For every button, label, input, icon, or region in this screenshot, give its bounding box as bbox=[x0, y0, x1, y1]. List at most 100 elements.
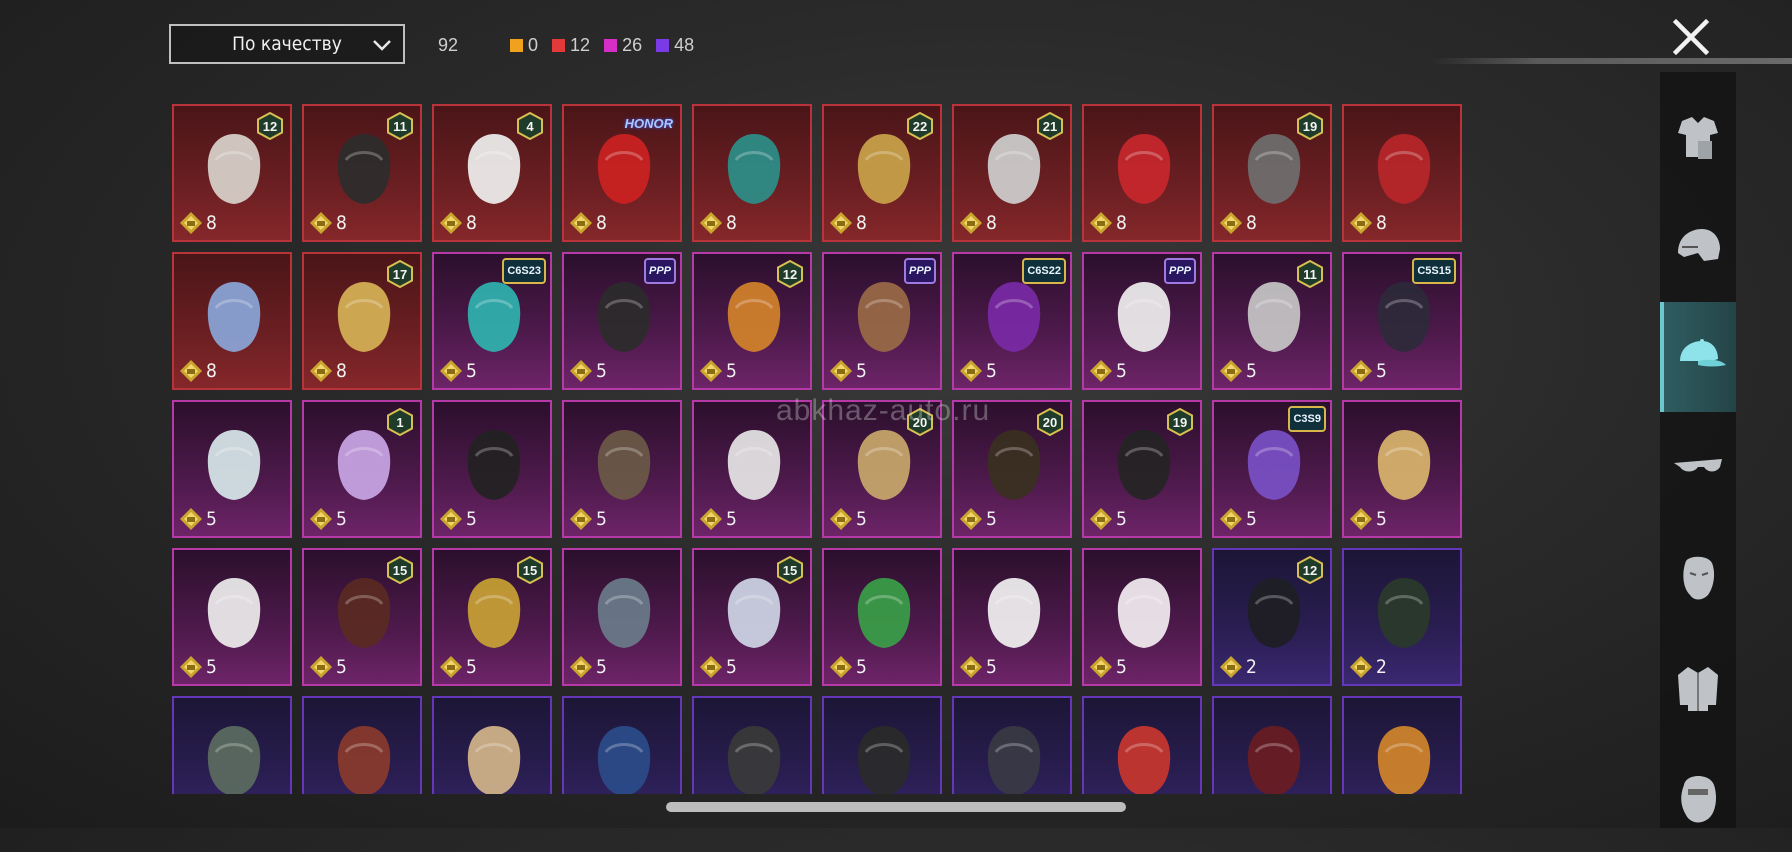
item-price: 8 bbox=[178, 210, 217, 236]
item-card[interactable] bbox=[1212, 696, 1332, 794]
item-card[interactable]: 5 bbox=[172, 400, 292, 538]
upgrade-material-icon bbox=[570, 508, 592, 530]
item-card[interactable] bbox=[432, 696, 552, 794]
season-tag: PPP bbox=[643, 258, 676, 284]
item-card[interactable]: PPP 5 bbox=[822, 252, 942, 390]
item-card[interactable]: 15 bbox=[302, 400, 422, 538]
item-card[interactable]: 5 bbox=[562, 400, 682, 538]
item-card[interactable]: 5 bbox=[562, 548, 682, 686]
item-card[interactable]: 19 5 bbox=[1082, 400, 1202, 538]
category-outfit[interactable] bbox=[1660, 82, 1736, 192]
upgrade-material-icon bbox=[570, 360, 592, 382]
item-card[interactable]: 8 bbox=[692, 104, 812, 242]
level-badge-icon: 21 bbox=[1037, 112, 1063, 140]
item-price: 8 bbox=[958, 210, 997, 236]
item-card[interactable]: 8 bbox=[1342, 104, 1462, 242]
item-price: 5 bbox=[1218, 358, 1257, 384]
item-card[interactable]: 5 bbox=[1342, 400, 1462, 538]
item-card[interactable]: 15 5 bbox=[302, 548, 422, 686]
item-card[interactable]: PPP 5 bbox=[562, 252, 682, 390]
item-price-value: 8 bbox=[336, 212, 347, 234]
frog-hat-icon bbox=[857, 578, 911, 648]
count-violet-value: 48 bbox=[674, 34, 695, 55]
close-icon[interactable] bbox=[1668, 14, 1714, 60]
maid-headband-icon bbox=[987, 578, 1041, 648]
item-price: 5 bbox=[1088, 654, 1127, 680]
upgrade-material-icon bbox=[440, 360, 462, 382]
item-card[interactable] bbox=[692, 696, 812, 794]
category-helmet[interactable] bbox=[1660, 192, 1736, 302]
witch-hat-icon bbox=[987, 726, 1041, 794]
braids-hair-icon bbox=[467, 430, 521, 500]
category-jacket[interactable] bbox=[1660, 632, 1736, 742]
item-price: 5 bbox=[568, 654, 607, 680]
upgrade-material-icon bbox=[440, 508, 462, 530]
item-card[interactable]: 11 8 bbox=[302, 104, 422, 242]
item-card[interactable]: 15 5 bbox=[692, 548, 812, 686]
sort-dropdown[interactable]: По качеству bbox=[169, 24, 405, 64]
item-card[interactable]: C6S22 5 bbox=[952, 252, 1072, 390]
season-tag: C5S15 bbox=[1412, 258, 1456, 284]
item-card[interactable]: HONOR 8 bbox=[562, 104, 682, 242]
item-card[interactable]: 5 bbox=[822, 548, 942, 686]
item-card[interactable]: 2 bbox=[1342, 548, 1462, 686]
item-card[interactable]: 21 8 bbox=[952, 104, 1072, 242]
item-card[interactable] bbox=[952, 696, 1072, 794]
item-card[interactable] bbox=[1342, 696, 1462, 794]
item-card[interactable]: 48 bbox=[432, 104, 552, 242]
shark-hat-icon bbox=[597, 578, 651, 648]
item-card[interactable] bbox=[822, 696, 942, 794]
item-card[interactable]: 5 bbox=[172, 548, 292, 686]
item-card[interactable]: 12 5 bbox=[692, 252, 812, 390]
item-card[interactable]: 15 5 bbox=[432, 548, 552, 686]
item-price: 5 bbox=[698, 654, 737, 680]
count-violet: 48 bbox=[656, 35, 694, 56]
category-glasses[interactable] bbox=[1660, 412, 1736, 522]
category-face[interactable] bbox=[1660, 742, 1736, 852]
upgrade-material-icon bbox=[1220, 212, 1242, 234]
item-card[interactable] bbox=[1082, 696, 1202, 794]
item-price-value: 5 bbox=[1376, 360, 1387, 382]
item-card[interactable]: C5S15 5 bbox=[1342, 252, 1462, 390]
item-card[interactable]: 12 2 bbox=[1212, 548, 1332, 686]
item-price-value: 5 bbox=[726, 360, 737, 382]
item-card[interactable]: 17 8 bbox=[302, 252, 422, 390]
season-tag: C6S22 bbox=[1022, 258, 1066, 284]
item-card[interactable] bbox=[302, 696, 422, 794]
svg-text:12: 12 bbox=[1303, 563, 1317, 578]
item-price-value: 8 bbox=[726, 212, 737, 234]
level-badge-icon: 22 bbox=[907, 112, 933, 140]
item-card[interactable] bbox=[172, 696, 292, 794]
category-mask[interactable] bbox=[1660, 522, 1736, 632]
item-card[interactable]: 11 5 bbox=[1212, 252, 1332, 390]
item-card[interactable]: 8 bbox=[1082, 104, 1202, 242]
item-card[interactable]: C6S23 5 bbox=[432, 252, 552, 390]
item-card[interactable]: PPP 5 bbox=[1082, 252, 1202, 390]
goggles-hair-icon bbox=[337, 726, 391, 794]
category-sidebar bbox=[1660, 72, 1736, 828]
magenta-square-icon bbox=[604, 38, 618, 52]
decorative-streak bbox=[1430, 58, 1792, 64]
category-headwear[interactable] bbox=[1660, 302, 1736, 412]
svg-text:1: 1 bbox=[396, 415, 403, 430]
item-card[interactable]: 12 8 bbox=[172, 104, 292, 242]
item-price-value: 5 bbox=[726, 656, 737, 678]
count-orange: 0 bbox=[510, 35, 538, 56]
chevron-down-icon bbox=[373, 40, 391, 51]
item-price-value: 8 bbox=[596, 212, 607, 234]
horizontal-scrollbar[interactable] bbox=[666, 802, 1126, 812]
face-icon bbox=[1681, 776, 1716, 823]
item-card[interactable]: 5 bbox=[1082, 548, 1202, 686]
item-price-value: 5 bbox=[466, 508, 477, 530]
silver-hair-icon bbox=[207, 430, 261, 500]
item-card[interactable]: 22 8 bbox=[822, 104, 942, 242]
upgrade-material-icon bbox=[1090, 360, 1112, 382]
teal-crown-helmet-icon bbox=[727, 134, 781, 204]
item-card[interactable]: 8 bbox=[172, 252, 292, 390]
item-card[interactable]: 5 bbox=[952, 548, 1072, 686]
item-card[interactable]: C3S9 5 bbox=[1212, 400, 1332, 538]
item-card[interactable]: 5 bbox=[432, 400, 552, 538]
svg-text:15: 15 bbox=[783, 563, 797, 578]
item-card[interactable]: 19 8 bbox=[1212, 104, 1332, 242]
item-card[interactable] bbox=[562, 696, 682, 794]
